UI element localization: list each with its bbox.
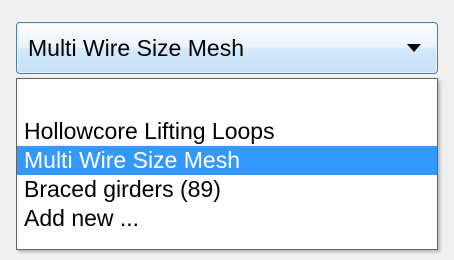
- option-hollowcore-lifting-loops[interactable]: Hollowcore Lifting Loops: [17, 117, 437, 146]
- option-braced-girders[interactable]: Braced girders (89): [17, 175, 437, 204]
- option-multi-wire-size-mesh[interactable]: Multi Wire Size Mesh: [17, 146, 437, 175]
- option-add-new[interactable]: Add new ...: [17, 204, 437, 233]
- dropdown-list: Hollowcore Lifting Loops Multi Wire Size…: [16, 78, 438, 250]
- empty-option[interactable]: [17, 79, 437, 117]
- dropdown-arrow-icon[interactable]: [407, 44, 421, 52]
- combobox-selected-value: Multi Wire Size Mesh: [28, 35, 244, 61]
- window-background: Multi Wire Size Mesh Hollowcore Lifting …: [0, 0, 454, 260]
- mesh-type-combobox[interactable]: Multi Wire Size Mesh: [16, 22, 438, 74]
